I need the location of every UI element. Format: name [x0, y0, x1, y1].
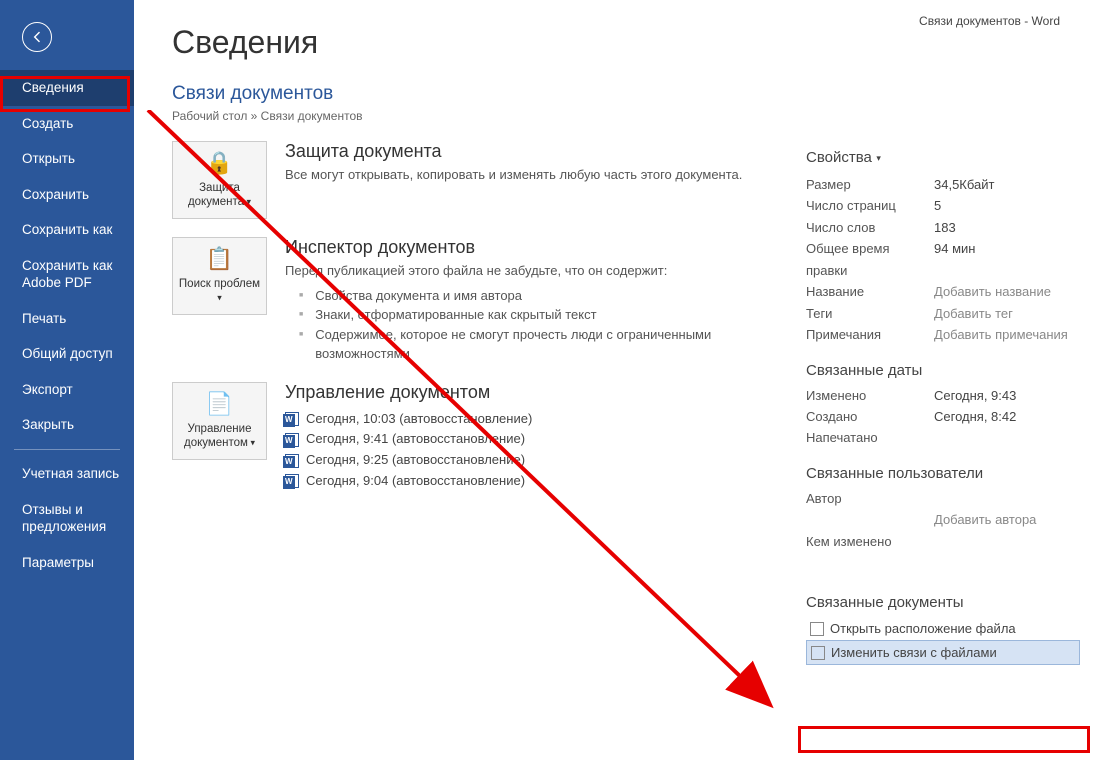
page-title: Сведения [172, 24, 1096, 61]
prop-key: Теги [806, 303, 934, 324]
word-doc-icon [285, 474, 299, 488]
related-users-heading: Связанные пользователи [806, 465, 1080, 482]
related-documents-heading: Связанные документы [806, 594, 1080, 611]
lock-icon: 🔒 [206, 150, 233, 176]
document-version-item[interactable]: Сегодня, 9:25 (автовосстановление) [285, 450, 786, 471]
sidebar-divider [14, 449, 120, 450]
word-doc-icon [285, 454, 299, 468]
sidebar-item-9[interactable]: Закрыть [0, 407, 134, 443]
changed-by-label: Кем изменено [806, 531, 934, 552]
prop-value: 183 [934, 217, 956, 238]
prop-key: Примечания [806, 324, 934, 345]
prop-value[interactable]: Добавить примечания [934, 324, 1068, 345]
protect-text: Все могут открывать, копировать и изменя… [285, 166, 786, 184]
backstage-sidebar: СведенияСоздатьОткрытьСохранитьСохранить… [0, 0, 134, 760]
prop-key: Число слов [806, 217, 934, 238]
chevron-down-icon: ▾ [217, 293, 222, 303]
related-dates-heading: Связанные даты [806, 362, 1080, 379]
prop-key: Размер [806, 174, 934, 195]
manage-document-button[interactable]: 📄 Управление документом ▾ [172, 382, 267, 460]
document-title[interactable]: Связи документов [172, 83, 1096, 105]
word-doc-icon [285, 412, 299, 426]
inspect-bullet: Свойства документа и имя автора [285, 286, 786, 306]
document-version-item[interactable]: Сегодня, 9:41 (автовосстановление) [285, 429, 786, 450]
sidebar-secondary-item-0[interactable]: Учетная запись [0, 456, 134, 492]
sidebar-item-2[interactable]: Открыть [0, 141, 134, 177]
inspect-text: Перед публикацией этого файла не забудьт… [285, 262, 786, 280]
prop-value: 94 мин [934, 238, 975, 281]
sidebar-item-1[interactable]: Создать [0, 106, 134, 142]
word-doc-icon [285, 433, 299, 447]
prop-value[interactable]: Добавить название [934, 281, 1051, 302]
date-key: Напечатано [806, 427, 934, 448]
sidebar-item-3[interactable]: Сохранить [0, 177, 134, 213]
sidebar-secondary-item-1[interactable]: Отзывы и предложения [0, 492, 134, 545]
add-author-link[interactable]: Добавить автора [934, 509, 1036, 530]
prop-key: Число страниц [806, 195, 934, 216]
main-content: Связи документов - Word Сведения Связи д… [134, 0, 1096, 760]
date-value: Сегодня, 9:43 [934, 385, 1016, 406]
date-key: Создано [806, 406, 934, 427]
window-title: Связи документов - Word [919, 14, 1060, 28]
breadcrumb: Рабочий стол » Связи документов [172, 109, 1096, 123]
sidebar-item-5[interactable]: Сохранить как Adobe PDF [0, 248, 134, 301]
protect-heading: Защита документа [285, 141, 786, 162]
sidebar-item-7[interactable]: Общий доступ [0, 336, 134, 372]
prop-value: 34,5Кбайт [934, 174, 994, 195]
edit-links-to-files-link[interactable]: Изменить связи с файлами [806, 640, 1080, 665]
prop-key: Название [806, 281, 934, 302]
properties-heading[interactable]: Свойства ▾ [806, 149, 1080, 166]
chevron-down-icon: ▾ [248, 437, 255, 447]
date-value: Сегодня, 8:42 [934, 406, 1016, 427]
link-edit-icon [811, 646, 825, 660]
document-version-item[interactable]: Сегодня, 9:04 (автовосстановление) [285, 471, 786, 492]
back-button[interactable] [22, 22, 52, 52]
sidebar-secondary-item-2[interactable]: Параметры [0, 545, 134, 581]
inspect-bullet: Содержимое, которое не смогут прочесть л… [285, 325, 786, 364]
sidebar-item-6[interactable]: Печать [0, 301, 134, 337]
inspect-document-button[interactable]: 📋 Поиск проблем ▾ [172, 237, 267, 315]
sidebar-item-4[interactable]: Сохранить как [0, 212, 134, 248]
prop-key: Общее время правки [806, 238, 934, 281]
chevron-down-icon: ▾ [244, 197, 251, 207]
inspect-bullet: Знаки, отформатированные как скрытый тек… [285, 305, 786, 325]
document-manage-icon: 📄 [206, 391, 233, 417]
checklist-icon: 📋 [206, 246, 233, 272]
sidebar-item-8[interactable]: Экспорт [0, 372, 134, 408]
inspect-heading: Инспектор документов [285, 237, 786, 258]
folder-icon [810, 622, 824, 636]
prop-value: 5 [934, 195, 941, 216]
prop-value[interactable]: Добавить тег [934, 303, 1013, 324]
date-key: Изменено [806, 385, 934, 406]
arrow-left-icon [29, 29, 45, 45]
document-version-item[interactable]: Сегодня, 10:03 (автовосстановление) [285, 409, 786, 430]
manage-heading: Управление документом [285, 382, 786, 403]
protect-document-button[interactable]: 🔒 Защита документа ▾ [172, 141, 267, 219]
author-label: Автор [806, 488, 934, 509]
chevron-down-icon: ▾ [874, 153, 881, 163]
sidebar-item-0[interactable]: Сведения [0, 70, 134, 106]
open-file-location-link[interactable]: Открыть расположение файла [806, 617, 1080, 640]
